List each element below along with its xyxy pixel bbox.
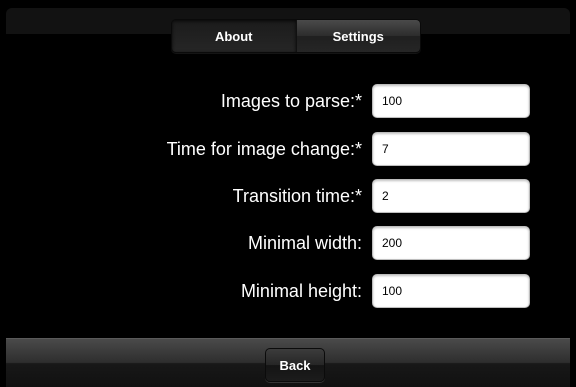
- minimal-height-label: Minimal height:: [240, 281, 362, 301]
- form-row-time-for-image-change: Time for image change:*: [0, 132, 576, 166]
- form-row-transition-time: Transition time:*: [0, 179, 576, 213]
- tab-about[interactable]: About: [172, 20, 296, 52]
- time-for-image-change-label: Time for image change:*: [166, 139, 362, 159]
- tab-settings[interactable]: Settings: [295, 20, 420, 52]
- images-to-parse-label: Images to parse:*: [220, 91, 362, 111]
- transition-time-input[interactable]: [372, 179, 530, 213]
- segmented-control: About Settings: [171, 19, 421, 53]
- time-for-image-change-input[interactable]: [372, 132, 530, 166]
- form-row-minimal-height: Minimal height:: [0, 274, 576, 308]
- minimal-width-label: Minimal width:: [247, 233, 362, 253]
- images-to-parse-input[interactable]: [372, 84, 530, 118]
- form-row-images-to-parse: Images to parse:*: [0, 84, 576, 118]
- app-window: About Settings Images to parse:* Time fo…: [0, 0, 576, 387]
- transition-time-label: Transition time:*: [232, 186, 362, 206]
- form-row-minimal-width: Minimal width:: [0, 226, 576, 260]
- back-button[interactable]: Back: [265, 348, 325, 382]
- minimal-width-input[interactable]: [372, 226, 530, 260]
- minimal-height-input[interactable]: [372, 274, 530, 308]
